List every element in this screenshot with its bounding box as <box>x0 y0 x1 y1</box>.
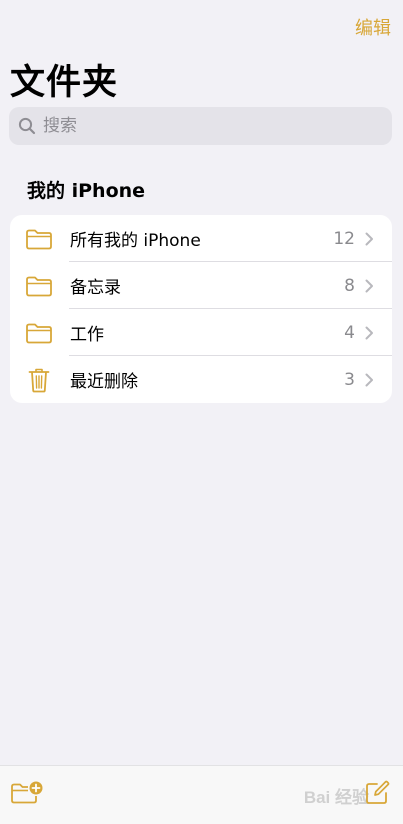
folder-count: 4 <box>344 322 355 343</box>
trash-icon <box>25 366 53 394</box>
compose-icon <box>366 780 390 804</box>
folder-icon <box>25 272 53 300</box>
search-input[interactable] <box>41 115 365 137</box>
folder-count: 3 <box>344 369 355 390</box>
edit-button[interactable]: 编辑 <box>355 14 391 40</box>
folder-icon <box>25 225 53 253</box>
section-title: 我的 iPhone <box>27 180 146 202</box>
bottom-toolbar: Bai 经验 <box>0 765 403 824</box>
search-bar[interactable] <box>9 107 392 145</box>
chevron-right-icon <box>365 279 374 293</box>
folder-list: 所有我的 iPhone 12 备忘录 8 工作 4 最近删除 3 <box>10 215 392 403</box>
watermark-logo: Bai 经验 <box>303 788 369 807</box>
folder-row-notes[interactable]: 备忘录 8 <box>10 262 392 309</box>
folder-label: 工作 <box>70 325 104 345</box>
search-icon <box>18 117 36 135</box>
new-folder-button[interactable] <box>10 780 44 810</box>
folder-row-recently-deleted[interactable]: 最近删除 3 <box>10 356 392 403</box>
folder-label: 最近删除 <box>70 372 138 392</box>
folder-icon <box>25 319 53 347</box>
chevron-right-icon <box>365 373 374 387</box>
compose-button[interactable] <box>364 780 390 810</box>
new-folder-icon <box>11 781 43 804</box>
folder-count: 12 <box>333 228 355 249</box>
page-title: 文件夹 <box>10 63 119 103</box>
folder-row-work[interactable]: 工作 4 <box>10 309 392 356</box>
chevron-right-icon <box>365 232 374 246</box>
folder-label: 备忘录 <box>70 278 121 298</box>
folder-label: 所有我的 iPhone <box>70 231 201 251</box>
folder-row-all-iphone[interactable]: 所有我的 iPhone 12 <box>10 215 392 262</box>
folder-count: 8 <box>344 275 355 296</box>
chevron-right-icon <box>365 326 374 340</box>
